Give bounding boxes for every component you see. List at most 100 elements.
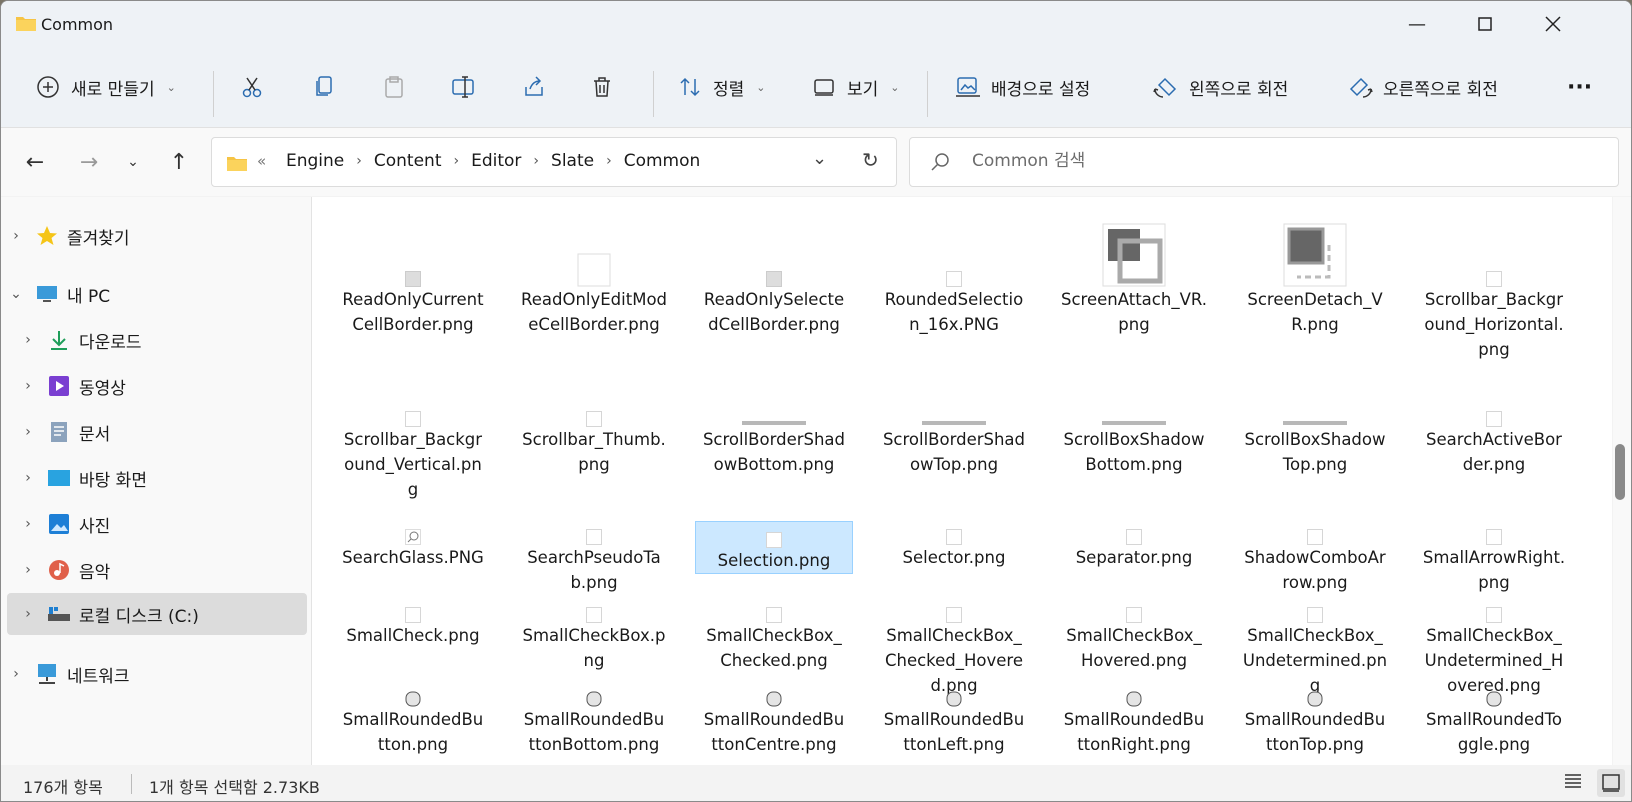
- image-icon: [955, 74, 981, 100]
- rename-button[interactable]: [451, 69, 477, 105]
- sidebar-item-network[interactable]: › 네트워크: [7, 653, 307, 695]
- chevron-right-icon[interactable]: ›: [19, 424, 37, 440]
- sidebar-item-videos[interactable]: › 동영상: [19, 365, 307, 407]
- file-item[interactable]: ScrollBoxShadowTop.png: [1236, 355, 1394, 477]
- file-thumbnail: [334, 355, 492, 427]
- search-input[interactable]: [970, 150, 1574, 172]
- recent-locations-button[interactable]: ⌄: [117, 146, 149, 178]
- sidebar-item-this-pc[interactable]: ⌄ 내 PC: [7, 273, 307, 315]
- breadcrumb-item[interactable]: Slate: [543, 151, 602, 171]
- file-item[interactable]: ReadOnlyEditModeCellBorder.png: [515, 201, 673, 337]
- file-item[interactable]: SmallRoundedToggle.png: [1415, 639, 1573, 757]
- file-item[interactable]: SmallRoundedButtonBottom.png: [515, 639, 673, 757]
- sidebar-item-pictures[interactable]: › 사진: [19, 503, 307, 545]
- file-item[interactable]: Scrollbar_Background_Horizontal.png: [1415, 201, 1573, 362]
- search-box[interactable]: [909, 137, 1619, 187]
- file-item[interactable]: RoundedSelection_16x.PNG: [875, 201, 1033, 337]
- address-dropdown-button[interactable]: ⌄: [812, 148, 827, 169]
- file-item[interactable]: SmallRoundedButtonTop.png: [1236, 639, 1394, 757]
- file-thumbnail: [875, 551, 1033, 623]
- chevron-right-icon[interactable]: ›: [352, 151, 366, 171]
- chevron-right-icon[interactable]: ›: [529, 151, 543, 171]
- refresh-button[interactable]: ↻: [862, 148, 879, 172]
- sidebar-item-desktop[interactable]: › 바탕 화면: [19, 457, 307, 499]
- view-button[interactable]: 보기 ⌄: [811, 69, 900, 105]
- sidebar-item-local-disk[interactable]: › 로컬 디스크 (C:): [7, 593, 307, 635]
- sidebar-item-documents[interactable]: › 문서: [19, 411, 307, 453]
- chevron-right-icon[interactable]: ›: [19, 562, 37, 578]
- file-item[interactable]: ScreenDetach_VR.png: [1236, 201, 1394, 337]
- sidebar-item-label: 바탕 화면: [79, 470, 147, 491]
- large-icons-view-button[interactable]: [1597, 769, 1625, 797]
- chevron-down-icon[interactable]: ⌄: [7, 286, 25, 302]
- file-item[interactable]: ReadOnlySelectedCellBorder.png: [695, 201, 853, 337]
- breadcrumb-item[interactable]: Common: [616, 151, 709, 171]
- file-item[interactable]: ReadOnlyCurrentCellBorder.png: [334, 201, 492, 337]
- chevron-right-icon[interactable]: ›: [19, 606, 37, 622]
- chevron-right-icon[interactable]: ›: [450, 151, 464, 171]
- more-button[interactable]: ···: [1567, 69, 1592, 105]
- chevron-right-icon[interactable]: ›: [602, 151, 616, 171]
- rotate-left-button[interactable]: 왼쪽으로 회전: [1153, 69, 1288, 105]
- sidebar-item-downloads[interactable]: › 다운로드: [19, 319, 307, 361]
- arrow-left-icon: ←: [25, 149, 45, 175]
- chevron-right-icon[interactable]: ›: [19, 378, 37, 394]
- file-thumbnail: [1236, 639, 1394, 707]
- chevron-down-icon: ⌄: [166, 80, 176, 94]
- file-item[interactable]: ScrollBoxShadowBottom.png: [1055, 355, 1213, 477]
- file-item[interactable]: ScrollBorderShadowTop.png: [875, 355, 1033, 477]
- file-item[interactable]: SmallRoundedButtonLeft.png: [875, 639, 1033, 757]
- file-name: SmallRoundedButtonRight.png: [1063, 710, 1205, 754]
- rotate-right-button[interactable]: 오른쪽으로 회전: [1347, 69, 1498, 105]
- close-button[interactable]: [1519, 1, 1587, 47]
- file-thumbnail: [1055, 355, 1213, 427]
- scrollbar-thumb[interactable]: [1615, 444, 1625, 500]
- close-icon: [1545, 16, 1561, 32]
- scissors-icon: [239, 74, 265, 100]
- file-thumbnail: [515, 201, 673, 287]
- breadcrumb-item[interactable]: Engine: [278, 151, 352, 171]
- breadcrumb-item[interactable]: Editor: [463, 151, 529, 171]
- copy-button[interactable]: [311, 69, 337, 105]
- file-thumbnail: [875, 639, 1033, 707]
- document-icon: [47, 420, 71, 444]
- sidebar-item-music[interactable]: › 음악: [19, 549, 307, 591]
- breadcrumb-overflow[interactable]: «: [257, 152, 266, 170]
- file-item[interactable]: ScrollBorderShadowBottom.png: [695, 355, 853, 477]
- share-button[interactable]: [521, 69, 547, 105]
- cut-button[interactable]: [239, 69, 265, 105]
- sidebar-item-favorites[interactable]: › 즐겨찾기: [7, 215, 307, 257]
- trash-icon: [589, 74, 615, 100]
- breadcrumb-item[interactable]: Content: [366, 151, 450, 171]
- chevron-right-icon[interactable]: ›: [19, 470, 37, 486]
- file-item[interactable]: SmallRoundedButtonCentre.png: [695, 639, 853, 757]
- chevron-right-icon[interactable]: ›: [19, 516, 37, 532]
- chevron-right-icon[interactable]: ›: [7, 228, 25, 244]
- up-button[interactable]: ↑: [163, 146, 195, 178]
- set-background-button[interactable]: 배경으로 설정: [955, 69, 1090, 105]
- paste-button[interactable]: [381, 69, 407, 105]
- rotate-right-icon: [1347, 74, 1373, 100]
- file-item[interactable]: SmallRoundedButtonRight.png: [1055, 639, 1213, 757]
- new-button[interactable]: 새로 만들기 ⌄: [35, 69, 176, 105]
- file-item[interactable]: SearchActiveBorder.png: [1415, 355, 1573, 477]
- rename-icon: [451, 74, 477, 100]
- chevron-right-icon[interactable]: ›: [19, 332, 37, 348]
- address-bar[interactable]: « Engine › Content › Editor › Slate › Co…: [211, 137, 897, 187]
- command-bar: 새로 만들기 ⌄ 정렬 ⌄ 보기 ⌄ 배경으로 설정 왼쪽으로 회전 오른쪽으로…: [1, 49, 1631, 128]
- back-button[interactable]: ←: [19, 146, 51, 178]
- file-item[interactable]: SmallRoundedButton.png: [334, 639, 492, 757]
- details-view-button[interactable]: [1563, 771, 1583, 795]
- file-item[interactable]: Scrollbar_Thumb.png: [515, 355, 673, 477]
- maximize-button[interactable]: [1451, 1, 1519, 47]
- minimize-button[interactable]: —: [1383, 1, 1451, 47]
- set-background-label: 배경으로 설정: [991, 79, 1091, 100]
- file-name: ScreenDetach_VR.png: [1247, 290, 1383, 334]
- file-item[interactable]: ScreenAttach_VR.png: [1055, 201, 1213, 337]
- sort-button[interactable]: 정렬 ⌄: [677, 69, 766, 105]
- file-item[interactable]: SmallCheck.png: [334, 551, 492, 648]
- chevron-right-icon[interactable]: ›: [7, 666, 25, 682]
- forward-button[interactable]: →: [73, 146, 105, 178]
- delete-button[interactable]: [589, 69, 615, 105]
- file-thumbnail: [696, 522, 852, 548]
